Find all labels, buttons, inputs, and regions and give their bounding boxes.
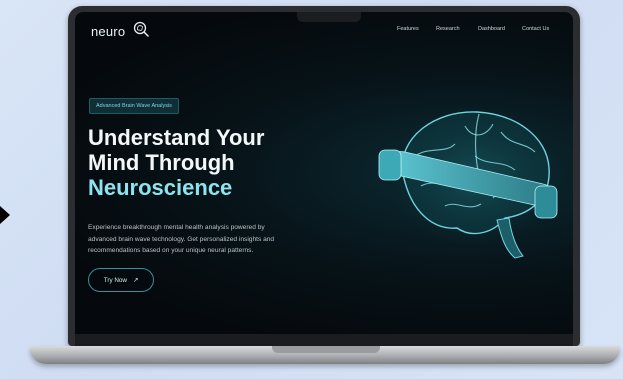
pointer-arrow-icon [0, 206, 10, 224]
brain-illustration [378, 106, 563, 259]
nav-link-contact[interactable]: Contact Us [522, 26, 549, 32]
nav-link-research[interactable]: Research [436, 26, 460, 32]
headline-line-2: Mind Through [88, 150, 235, 175]
try-now-label: Try Now [103, 276, 127, 284]
camera-notch [297, 12, 361, 22]
laptop-screen: neuro Features Research Dashboard Contac… [75, 12, 573, 334]
description-line-2: advanced brain wave technology. Get pers… [88, 235, 275, 243]
headline-line-1: Understand Your [88, 125, 265, 150]
nav-link-dashboard[interactable]: Dashboard [478, 26, 505, 32]
description-line-1: Experience breakthrough mental health an… [88, 224, 265, 231]
description-line-3: recommendations based on your unique neu… [88, 247, 254, 254]
logo-text[interactable]: neuro [91, 24, 125, 39]
hero-description: Experience breakthrough mental health an… [88, 222, 323, 257]
laptop-opening-groove [272, 346, 380, 353]
headline-accent: Neuroscience [88, 175, 233, 200]
try-now-button[interactable]: Try Now ↗ [88, 268, 154, 292]
arrow-up-right-icon: ↗ [132, 276, 139, 284]
nav-link-features[interactable]: Features [397, 26, 419, 32]
screen-bezel-bottom [75, 334, 573, 346]
hero-headline: Understand Your Mind Through Neuroscienc… [88, 125, 328, 200]
brain-magnifier-icon[interactable] [133, 21, 149, 37]
feature-badge: Advanced Brain Wave Analysis [89, 98, 179, 114]
